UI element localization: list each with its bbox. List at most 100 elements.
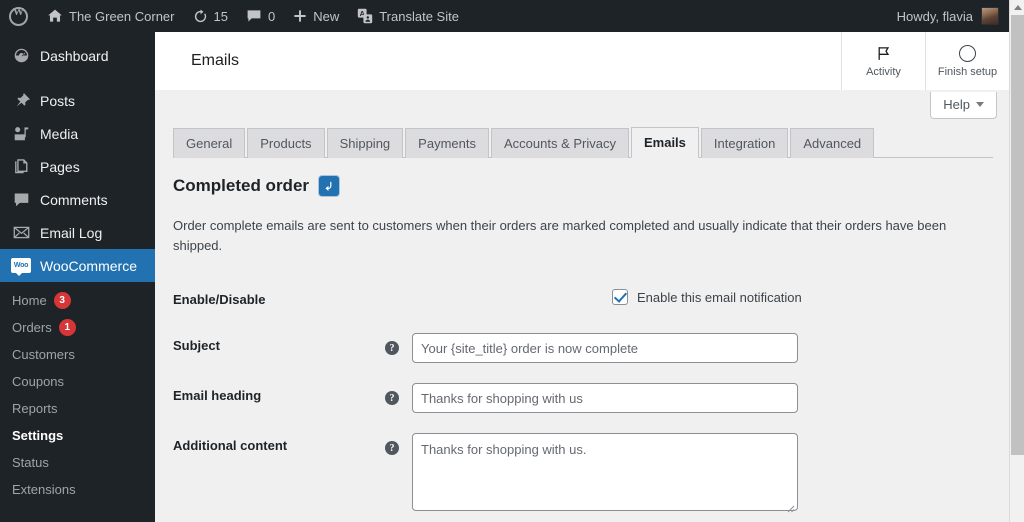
page-scrollbar[interactable]	[1009, 0, 1024, 522]
email-heading-help-icon[interactable]: ?	[385, 391, 399, 406]
sidebar-item-comments[interactable]: Comments	[0, 183, 155, 216]
enable-email-checkbox[interactable]	[612, 289, 628, 305]
enable-checkbox-row[interactable]: Enable this email notification	[612, 287, 991, 305]
comments-count: 0	[267, 8, 276, 24]
sidebar-item-dashboard[interactable]: Dashboard	[0, 39, 155, 72]
updates-icon	[193, 8, 208, 24]
flag-icon	[876, 44, 892, 63]
subject-help-icon[interactable]: ?	[385, 341, 399, 356]
activity-button[interactable]: Activity	[841, 32, 925, 90]
new-content-menu[interactable]: New	[284, 0, 348, 32]
submenu-label: Reports	[12, 401, 58, 416]
field-row-email-heading: Email heading ?	[173, 373, 991, 423]
media-icon	[11, 125, 31, 142]
comment-bubble-icon	[246, 8, 262, 24]
home-icon	[47, 8, 63, 24]
tab-label: Products	[260, 136, 312, 151]
tab-emails[interactable]: Emails	[630, 127, 699, 158]
submenu-item-customers[interactable]: Customers	[0, 341, 155, 368]
additional-content-textarea[interactable]	[412, 433, 798, 512]
new-label: New	[313, 8, 340, 24]
site-name-label: The Green Corner	[69, 8, 175, 24]
tab-general[interactable]: General	[173, 128, 246, 158]
wordpress-logo-icon	[9, 6, 28, 26]
app-root: The Green Corner 15 0	[0, 0, 1024, 522]
dashboard-icon	[11, 47, 31, 64]
field-row-subject: Subject ?	[173, 323, 991, 373]
admin-sidebar-menu: Dashboard Posts Media Pages Comments Ema…	[0, 32, 163, 522]
additional-content-label: Additional content	[173, 438, 288, 454]
field-row-enable-disable: Enable/Disable Enable this email notific…	[173, 277, 991, 323]
submenu-item-reports[interactable]: Reports	[0, 395, 155, 422]
pin-icon	[11, 92, 31, 109]
sidebar-label: Email Log	[40, 224, 103, 241]
help-button[interactable]: Help	[930, 92, 997, 119]
main-content: Emails Activity Finish setup Help Genera…	[155, 32, 1009, 522]
sidebar-label: Media	[40, 125, 79, 142]
submenu-item-extensions[interactable]: Extensions	[0, 476, 155, 503]
sidebar-item-media[interactable]: Media	[0, 117, 155, 150]
pages-icon	[11, 158, 31, 175]
email-heading-input[interactable]	[412, 383, 798, 414]
tab-label: General	[186, 136, 233, 151]
envelope-icon	[11, 224, 31, 241]
tab-shipping[interactable]: Shipping	[326, 128, 404, 158]
sidebar-item-woocommerce[interactable]: Woo WooCommerce	[0, 249, 163, 282]
scrollbar-thumb[interactable]	[1011, 15, 1024, 455]
submenu-label: Status	[12, 455, 49, 470]
updates-menu[interactable]: 15	[184, 0, 237, 32]
translate-site-menu[interactable]: A Translate Site	[348, 0, 468, 32]
submenu-label: Orders	[12, 320, 52, 335]
chevron-down-icon	[976, 102, 984, 107]
tab-payments[interactable]: Payments	[405, 128, 489, 158]
submenu-label: Customers	[12, 347, 75, 362]
submenu-label: Coupons	[12, 374, 65, 389]
admin-bar: The Green Corner 15 0	[0, 0, 1009, 32]
scrollbar-up-arrow[interactable]	[1010, 0, 1024, 15]
tab-integration[interactable]: Integration	[700, 128, 789, 158]
sidebar-label: Comments	[40, 191, 108, 208]
submenu-item-status[interactable]: Status	[0, 449, 155, 476]
subject-input[interactable]	[412, 333, 798, 364]
submenu-item-orders[interactable]: Orders 1	[0, 314, 155, 341]
account-menu[interactable]: Howdy, flavia	[897, 7, 1009, 25]
sidebar-item-email-log[interactable]: Email Log	[0, 216, 155, 249]
sidebar-label: Posts	[40, 92, 76, 109]
woocommerce-header: Emails Activity Finish setup	[155, 32, 1009, 90]
updates-count: 15	[213, 8, 228, 24]
tab-label: Emails	[643, 135, 686, 150]
help-row: Help	[155, 90, 1009, 128]
undo-arrow-icon[interactable]	[319, 176, 340, 196]
sidebar-item-pages[interactable]: Pages	[0, 150, 155, 183]
progress-circle-icon	[959, 44, 976, 63]
submenu-label: Home	[12, 293, 47, 308]
email-heading-label: Email heading	[173, 388, 262, 404]
tab-label: Shipping	[339, 136, 391, 151]
finish-setup-button[interactable]: Finish setup	[925, 32, 1009, 90]
translate-site-label: Translate Site	[379, 8, 459, 24]
submenu-item-coupons[interactable]: Coupons	[0, 368, 155, 395]
submenu-item-settings[interactable]: Settings	[0, 422, 155, 449]
tab-accounts-privacy[interactable]: Accounts & Privacy	[490, 128, 629, 158]
activity-label: Activity	[866, 66, 901, 78]
section-title-text: Completed order	[173, 176, 310, 195]
submenu-item-home[interactable]: Home 3	[0, 287, 155, 314]
additional-content-help-icon[interactable]: ?	[385, 441, 399, 456]
settings-tabs-wrap: General Products Shipping Payments Accou…	[155, 127, 1009, 158]
sidebar-label: WooCommerce	[40, 257, 137, 274]
tab-advanced[interactable]: Advanced	[790, 128, 875, 158]
sidebar-item-posts[interactable]: Posts	[0, 84, 155, 117]
woocommerce-icon: Woo	[11, 258, 31, 276]
wordpress-logo-menu[interactable]	[0, 0, 38, 32]
enable-disable-label: Enable/Disable	[173, 292, 266, 307]
plus-icon	[293, 9, 307, 23]
tab-products[interactable]: Products	[247, 128, 325, 158]
settings-tabs: General Products Shipping Payments Accou…	[173, 127, 993, 158]
howdy-label: Howdy, flavia	[896, 8, 973, 24]
comments-menu[interactable]: 0	[237, 0, 284, 32]
settings-form: Completed order Order complete emails ar…	[155, 158, 1009, 522]
page-title: Emails	[191, 52, 240, 69]
site-name-menu[interactable]: The Green Corner	[38, 0, 184, 32]
header-actions: Activity Finish setup	[841, 32, 1009, 90]
finish-setup-label: Finish setup	[937, 66, 998, 78]
